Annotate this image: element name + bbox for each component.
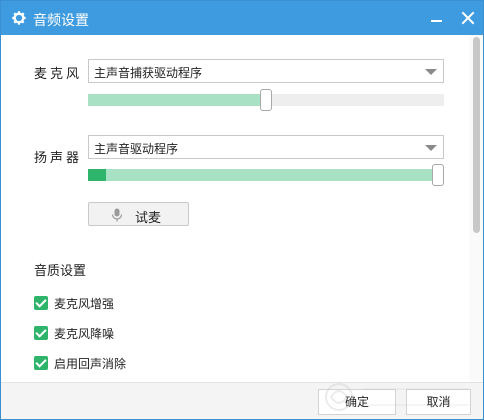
- vertical-scrollbar[interactable]: [469, 35, 483, 381]
- title-bar: 音频设置: [1, 1, 483, 35]
- microphone-label: 麦克风: [34, 67, 83, 82]
- checkbox-checked-icon: [34, 296, 48, 310]
- mic-enhance-label: 麦克风增强: [54, 297, 115, 311]
- speaker-level-meter: [88, 169, 106, 181]
- audio-settings-dialog: 音频设置 麦克风 主声音捕获驱动程序 扬声器 主声音驱动程序 试麦 音质设置 麦…: [0, 0, 484, 420]
- speaker-volume-thumb[interactable]: [432, 164, 444, 186]
- speaker-device-value: 主声音驱动程序: [94, 142, 179, 156]
- microphone-device-select[interactable]: 主声音捕获驱动程序: [88, 59, 444, 83]
- microphone-icon: [111, 208, 123, 222]
- speaker-device-select[interactable]: 主声音驱动程序: [88, 135, 444, 159]
- microphone-device-value: 主声音捕获驱动程序: [94, 66, 203, 80]
- minimize-button[interactable]: [429, 9, 445, 27]
- watermark-logo-icon: [325, 383, 469, 411]
- checkbox-checked-icon: [34, 356, 48, 370]
- microphone-volume-thumb[interactable]: [260, 89, 272, 111]
- test-microphone-label: 试麦: [135, 211, 162, 226]
- microphone-volume-fill: [88, 94, 266, 106]
- close-icon[interactable]: [459, 9, 477, 27]
- chevron-down-icon: [425, 69, 437, 75]
- echo-cancellation-label: 启用回声消除: [54, 357, 127, 371]
- chevron-down-icon: [425, 145, 437, 151]
- test-microphone-button[interactable]: 试麦: [88, 202, 189, 226]
- speaker-volume-slider[interactable]: [88, 169, 444, 181]
- speaker-label: 扬声器: [34, 151, 83, 166]
- quality-settings-title: 音质设置: [34, 264, 87, 279]
- gear-icon: [12, 11, 26, 25]
- speaker-volume-fill: [88, 169, 444, 181]
- window-title: 音频设置: [33, 13, 89, 29]
- mic-noise-reduction-label: 麦克风降噪: [54, 327, 115, 341]
- checkbox-checked-icon: [34, 326, 48, 340]
- scrollbar-thumb[interactable]: [473, 37, 480, 233]
